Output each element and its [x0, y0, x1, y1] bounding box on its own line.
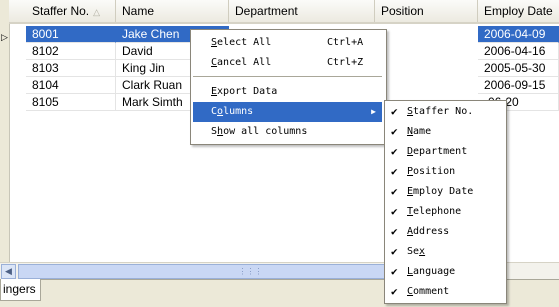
- submenu-item-label: Telephone: [407, 206, 462, 217]
- submenu-item-comment[interactable]: ✔ Comment: [387, 282, 502, 302]
- cell-staffer-no: 8105: [26, 94, 116, 111]
- submenu-item-label: Employ Date: [407, 186, 474, 197]
- tab-label: ingers: [3, 282, 36, 296]
- submenu-item-label: Staffer No.: [407, 106, 474, 117]
- submenu-item-label: Position: [407, 166, 456, 177]
- checkmark-icon: ✔: [391, 245, 398, 258]
- submenu-item-position[interactable]: ✔ Position: [387, 162, 502, 182]
- menu-item-label: Select All: [211, 37, 272, 48]
- column-header-label: Position: [381, 4, 424, 18]
- submenu-item-employ-date[interactable]: ✔ Employ Date: [387, 182, 502, 202]
- cell-staffer-no: 8102: [26, 43, 116, 60]
- checkmark-icon: ✔: [391, 165, 398, 178]
- submenu-item-label: Address: [407, 226, 450, 237]
- menu-item-export-data[interactable]: Export Data: [193, 82, 382, 102]
- menu-item-label: Show all columns: [211, 126, 308, 137]
- checkmark-icon: ✔: [391, 105, 398, 118]
- cell-staffer-no: 8001: [26, 26, 116, 43]
- checkmark-icon: ✔: [391, 265, 398, 278]
- column-header-name[interactable]: Name: [116, 0, 229, 22]
- shortcut-label: Ctrl+A: [327, 37, 364, 48]
- column-header-department[interactable]: Department: [229, 0, 375, 22]
- checkmark-icon: ✔: [391, 225, 398, 238]
- tab-fingers[interactable]: ingers: [0, 279, 41, 301]
- submenu-item-label: Name: [407, 126, 432, 137]
- menu-item-label: Cancel All: [211, 57, 272, 68]
- column-header-employ-date[interactable]: Employ Date: [478, 0, 559, 22]
- cell-staffer-no: 8104: [26, 77, 116, 94]
- checkmark-icon: ✔: [391, 285, 398, 298]
- submenu-item-name[interactable]: ✔ Name: [387, 122, 502, 142]
- column-header-label: Employ Date: [484, 4, 553, 18]
- menu-separator: [193, 76, 382, 77]
- cell-employ-date: 2005-05-30: [478, 60, 559, 77]
- menu-item-label: Columns: [211, 106, 254, 117]
- submenu-item-label: Language: [407, 266, 456, 277]
- submenu-item-sex[interactable]: ✔ Sex: [387, 242, 502, 262]
- menu-item-select-all[interactable]: Select All Ctrl+A: [193, 33, 382, 53]
- column-header-position[interactable]: Position: [375, 0, 478, 22]
- submenu-item-department[interactable]: ✔ Department: [387, 142, 502, 162]
- menu-item-show-all-columns[interactable]: Show all columns: [193, 122, 382, 142]
- columns-submenu: ✔ Staffer No. ✔ Name ✔ Department ✔ Posi…: [384, 100, 507, 304]
- menu-item-cancel-all[interactable]: Cancel All Ctrl+Z: [193, 53, 382, 73]
- cell-employ-date: 2006-09-15: [478, 77, 559, 94]
- row-pointer-icon: ▷: [1, 32, 8, 42]
- column-header-staffer-no[interactable]: Staffer No. △: [26, 0, 116, 22]
- checkmark-icon: ✔: [391, 145, 398, 158]
- cell-employ-date: 2006-04-16: [478, 43, 559, 60]
- menu-item-label: Export Data: [211, 86, 278, 97]
- column-header-label: Department: [235, 4, 298, 18]
- scroll-left-icon[interactable]: ◀: [1, 264, 16, 279]
- submenu-item-label: Comment: [407, 286, 450, 297]
- shortcut-label: Ctrl+Z: [327, 57, 364, 68]
- cell-employ-date: 2006-04-09: [478, 26, 559, 43]
- column-header-label: Name: [122, 4, 155, 18]
- checkmark-icon: ✔: [391, 185, 398, 198]
- submenu-item-label: Sex: [407, 246, 426, 257]
- submenu-item-staffer-no[interactable]: ✔ Staffer No.: [387, 102, 502, 122]
- column-header-label: Staffer No.: [32, 4, 90, 18]
- menu-item-columns[interactable]: Columns ▶: [193, 102, 382, 122]
- submenu-item-language[interactable]: ✔ Language: [387, 262, 502, 282]
- grid-header: Staffer No. △ Name Department Position Em…: [9, 0, 559, 24]
- checkmark-icon: ✔: [391, 125, 398, 138]
- context-menu: Select All Ctrl+A Cancel All Ctrl+Z Expo…: [190, 29, 387, 145]
- submenu-item-label: Department: [407, 146, 468, 157]
- cell-staffer-no: 8103: [26, 60, 116, 77]
- sort-ascending-icon: △: [93, 7, 101, 17]
- submenu-arrow-icon: ▶: [371, 107, 376, 116]
- submenu-item-telephone[interactable]: ✔ Telephone: [387, 202, 502, 222]
- submenu-item-address[interactable]: ✔ Address: [387, 222, 502, 242]
- checkmark-icon: ✔: [391, 205, 398, 218]
